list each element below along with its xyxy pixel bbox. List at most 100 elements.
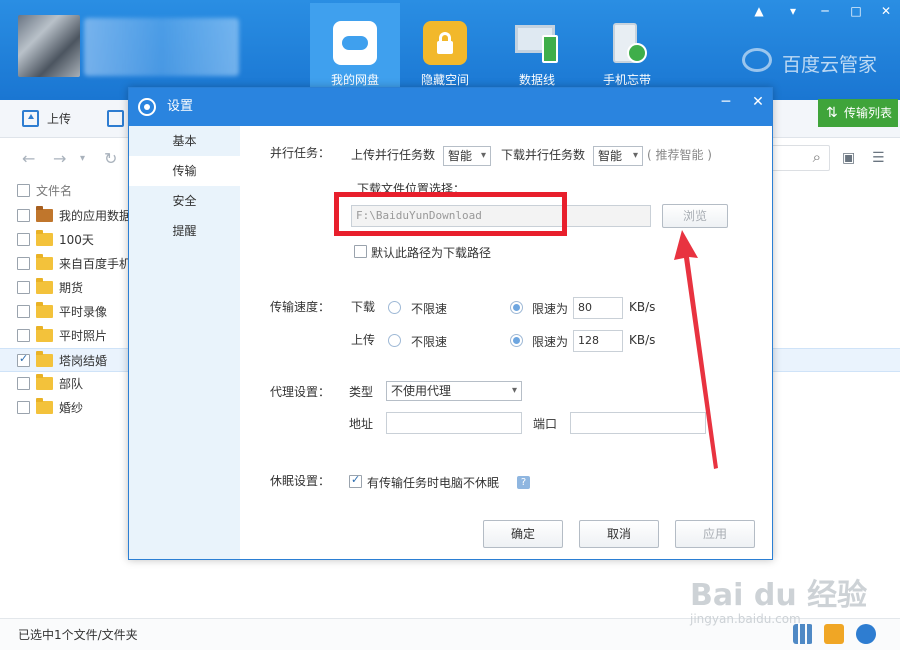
nav-data-cable[interactable]: 数据线: [492, 3, 582, 95]
lock-status-icon[interactable]: [856, 624, 876, 644]
selection-status: 已选中1个文件/文件夹: [18, 628, 138, 642]
nav-my-disk[interactable]: 我的网盘: [310, 3, 400, 95]
username-blurred: [84, 18, 239, 76]
back-arrow-icon[interactable]: ←: [22, 149, 35, 168]
row-checkbox[interactable]: [17, 209, 30, 222]
folder-icon: [36, 350, 53, 367]
forward-arrow-icon[interactable]: →: [53, 149, 66, 168]
new-window-icon[interactable]: ▣: [842, 150, 858, 166]
close-button[interactable]: ✕: [872, 0, 900, 22]
download-icon[interactable]: [107, 110, 124, 127]
devices-icon: [515, 21, 559, 65]
download-speed-label: 下载: [351, 300, 376, 314]
row-checkbox[interactable]: [17, 257, 30, 270]
file-name: 塔岗结婚: [59, 353, 108, 368]
file-name: 婚纱: [59, 401, 84, 415]
list-view-icon[interactable]: ☰: [872, 150, 888, 166]
download-limit-label: 限速为: [532, 302, 569, 316]
file-name: 来自百度手机i: [59, 257, 135, 271]
menu-button[interactable]: ▾: [779, 0, 807, 22]
file-name: 期货: [59, 281, 84, 295]
grid-view-icon[interactable]: [793, 624, 813, 644]
settings-sidebar: 基本 传输 安全 提醒: [129, 126, 240, 559]
proxy-type-select[interactable]: 不使用代理: [386, 381, 522, 401]
transfer-list-button[interactable]: 传输列表: [818, 99, 898, 127]
nav-label: 我的网盘: [330, 73, 379, 87]
download-parallel-select[interactable]: 智能: [593, 146, 643, 166]
notification-button[interactable]: ▲: [745, 0, 773, 22]
file-name: 100天: [59, 233, 94, 247]
dialog-titlebar: 设置 ─ ✕: [129, 88, 772, 126]
refresh-icon[interactable]: ↻: [104, 149, 117, 168]
upload-unlimited-label: 不限速: [411, 335, 448, 349]
gear-icon: [138, 98, 156, 116]
sleep-label: 休眠设置：: [270, 474, 331, 488]
maximize-button[interactable]: □: [842, 0, 870, 22]
dialog-close-button[interactable]: ✕: [743, 88, 773, 118]
upload-speed-label: 上传: [351, 333, 376, 347]
watermark-logo: Bai du 经验: [690, 578, 868, 613]
upload-button[interactable]: 上传: [22, 110, 71, 127]
tab-reminder[interactable]: 提醒: [129, 216, 240, 246]
highlight-box: [334, 192, 567, 236]
default-path-label: 默认此路径为下载路径: [371, 246, 492, 260]
help-icon[interactable]: ?: [517, 476, 530, 489]
lock-icon: [423, 21, 467, 65]
ok-button[interactable]: 确定: [483, 520, 563, 548]
folder-icon: [36, 374, 53, 390]
row-checkbox[interactable]: [17, 329, 30, 342]
row-checkbox[interactable]: [17, 305, 30, 318]
row-checkbox[interactable]: [17, 281, 30, 294]
default-path-checkbox[interactable]: [354, 245, 367, 258]
file-name: 部队: [59, 377, 84, 391]
folder-icon: [36, 230, 53, 246]
proxy-address-input[interactable]: [386, 412, 522, 434]
download-unit-label: KB/s: [629, 300, 656, 314]
download-limit-input[interactable]: 80: [573, 297, 623, 319]
folder-icon: [36, 254, 53, 270]
apply-button[interactable]: 应用: [675, 520, 755, 548]
prevent-sleep-label: 有传输任务时电脑不休眠: [367, 476, 500, 490]
search-input[interactable]: ⌕: [770, 145, 830, 171]
proxy-label: 代理设置：: [270, 385, 331, 399]
folder-icon: [36, 326, 53, 342]
upload-status-icon[interactable]: [824, 624, 844, 644]
upload-limit-input[interactable]: 128: [573, 330, 623, 352]
upload-parallel-label: 上传并行任务数: [351, 148, 436, 162]
nav-phone-forgot[interactable]: 手机忘带: [582, 3, 672, 95]
dialog-title: 设置: [167, 99, 194, 114]
file-name: 平时录像: [59, 305, 108, 319]
upload-parallel-select[interactable]: 智能: [443, 146, 491, 166]
tab-basic[interactable]: 基本: [129, 126, 240, 156]
top-bar: 我的网盘 隐藏空间 数据线 手机忘带 百度云管家 ▲ ▾ ─ □ ✕: [0, 0, 900, 100]
baidu-cloud-logo-icon: [742, 48, 772, 72]
history-dropdown-icon[interactable]: ▾: [80, 153, 85, 164]
file-name: 我的应用数据: [59, 209, 132, 223]
upload-unlimited-radio[interactable]: [388, 334, 401, 347]
row-checkbox[interactable]: [17, 352, 30, 367]
nav-label: 数据线: [518, 73, 555, 87]
tab-security[interactable]: 安全: [129, 186, 240, 216]
recommend-hint: ( 推荐智能 ): [647, 148, 712, 162]
row-checkbox[interactable]: [17, 401, 30, 414]
dialog-minimize-button[interactable]: ─: [711, 88, 741, 118]
minimize-button[interactable]: ─: [811, 0, 839, 22]
column-filename[interactable]: 文件名: [36, 182, 72, 199]
download-unlimited-radio[interactable]: [388, 301, 401, 314]
download-unlimited-label: 不限速: [411, 302, 448, 316]
prevent-sleep-checkbox[interactable]: [349, 473, 362, 488]
tab-transfer[interactable]: 传输: [129, 156, 240, 186]
avatar[interactable]: [18, 15, 80, 77]
nav-hidden-space[interactable]: 隐藏空间: [400, 3, 490, 95]
row-checkbox[interactable]: [17, 377, 30, 390]
download-limit-radio[interactable]: [510, 301, 523, 314]
row-checkbox[interactable]: [17, 233, 30, 246]
cancel-button[interactable]: 取消: [579, 520, 659, 548]
phone-sync-icon: [605, 21, 649, 65]
upload-label: 上传: [47, 112, 72, 126]
upload-icon: [22, 110, 39, 127]
file-name: 平时照片: [59, 329, 108, 343]
select-all-checkbox[interactable]: [17, 184, 30, 197]
browse-button[interactable]: 浏览: [662, 204, 728, 228]
upload-limit-radio[interactable]: [510, 334, 523, 347]
